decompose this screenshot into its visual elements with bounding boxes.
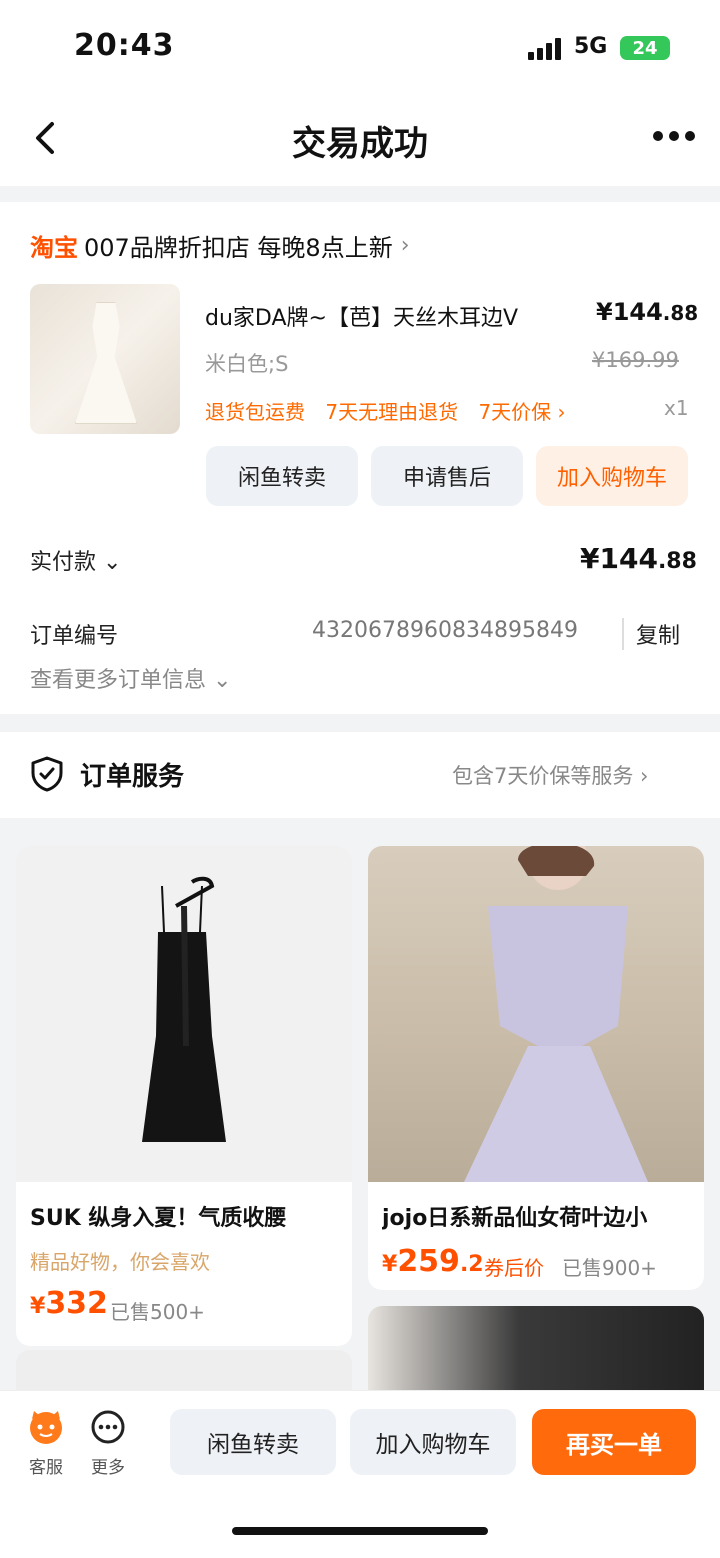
tag-no-reason-return: 7天无理由退货	[325, 400, 459, 424]
after-sale-button[interactable]: 申请售后	[371, 446, 523, 506]
feed-price: ¥332	[30, 1286, 108, 1321]
feed-price-dec: .2	[459, 1252, 484, 1277]
feed-coupon-label: 券后价	[484, 1256, 544, 1280]
more-order-info-toggle[interactable]: 查看更多订单信息 ⌄	[30, 662, 231, 694]
nav-bar: 交易成功	[0, 92, 720, 186]
shield-icon	[31, 756, 63, 792]
more-icon	[91, 1410, 125, 1444]
feed-card-1[interactable]: SUK 纵身入夏！气质收腰 精品好物，你会喜欢 ¥332 已售500+	[16, 846, 352, 1346]
dress-image	[75, 302, 137, 424]
copy-button[interactable]: 复制	[622, 618, 680, 650]
resell-button[interactable]: 闲鱼转卖	[206, 446, 358, 506]
feed-sold-count: 已售500+	[110, 1300, 205, 1324]
paid-dec: .88	[657, 549, 697, 574]
home-indicator	[232, 1527, 488, 1535]
order-service-row[interactable]: 订单服务 包含7天价保等服务 ›	[0, 732, 720, 818]
feed-title: jojo日系新品仙女荷叶边小	[382, 1206, 648, 1231]
lavender-dress-image	[464, 846, 648, 1182]
customer-service-label: 客服	[29, 1458, 63, 1478]
product-tags[interactable]: 退货包运费 7天无理由退货 7天价保 ›	[205, 396, 580, 425]
black-dress-image	[142, 876, 226, 1142]
tag-price-protect: 7天价保 ›	[478, 400, 566, 424]
page-title: 交易成功	[292, 124, 428, 164]
feed-price-value: 332	[45, 1286, 108, 1321]
status-time: 20:43	[74, 28, 175, 63]
price-dec: .88	[662, 301, 699, 325]
rebuy-button[interactable]: 再买一单	[532, 1409, 696, 1475]
battery-icon: 24	[620, 36, 670, 60]
order-number: 4320678960834895849	[312, 618, 578, 643]
paid-int: ¥144	[580, 542, 658, 575]
signal-icon	[528, 38, 561, 60]
add-to-cart-button[interactable]: 加入购物车	[536, 446, 688, 506]
service-summary: 包含7天价保等服务 ›	[452, 764, 649, 788]
paid-label[interactable]: 实付款 ⌄	[30, 544, 121, 576]
bottom-resell-button[interactable]: 闲鱼转卖	[170, 1409, 336, 1475]
feed-subtitle: 精品好物，你会喜欢	[30, 1250, 210, 1274]
feed-title: SUK 纵身入夏！气质收腰	[30, 1206, 287, 1231]
recommend-feed: SUK 纵身入夏！气质收腰 精品好物，你会喜欢 ¥332 已售500+ jojo…	[0, 818, 720, 1410]
chevron-right-icon: ›	[400, 233, 410, 258]
product-qty: x1	[664, 396, 689, 420]
service-title: 订单服务	[80, 762, 185, 792]
order-number-label: 订单编号	[30, 624, 119, 649]
feed-price: ¥259.2	[382, 1244, 484, 1279]
paid-amount: ¥144.88	[580, 542, 697, 575]
order-card: 淘宝 007品牌折扣店 每晚8点上新 › du家DA牌~【芭】天丝木耳边V ¥1…	[0, 202, 720, 714]
product-price: ¥144.88	[596, 298, 698, 326]
feed-image-lavender-dress	[368, 846, 704, 1182]
product-title[interactable]: du家DA牌~【芭】天丝木耳边V	[205, 300, 585, 332]
network-type: 5G	[574, 34, 608, 59]
status-bar: 20:43 5G 24	[0, 0, 720, 92]
feed-price-value: 259	[397, 1244, 460, 1279]
more-button[interactable]: 更多	[78, 1409, 138, 1478]
price-int: ¥144	[596, 298, 663, 326]
customer-service-button[interactable]: 客服	[16, 1409, 76, 1478]
battery-level: 24	[632, 37, 658, 59]
bottom-add-cart-button[interactable]: 加入购物车	[350, 1409, 516, 1475]
taobao-logo: 淘宝	[30, 234, 78, 262]
more-label: 更多	[91, 1458, 125, 1478]
product-thumbnail[interactable]	[30, 284, 180, 434]
feed-sold-count: 已售900+	[562, 1256, 657, 1280]
customer-service-icon	[30, 1411, 62, 1444]
original-price: ¥169.99	[592, 348, 679, 372]
feed-card-2[interactable]: jojo日系新品仙女荷叶边小 ¥259.2 券后价 已售900+	[368, 846, 704, 1290]
product-spec: 米白色;S	[205, 352, 289, 376]
bottom-action-bar: 客服 更多 闲鱼转卖 加入购物车 再买一单	[0, 1390, 720, 1558]
feed-image-black-dress	[16, 846, 352, 1182]
tag-return-shipping: 退货包运费	[205, 400, 305, 424]
shop-link[interactable]: 淘宝 007品牌折扣店 每晚8点上新 ›	[30, 228, 410, 263]
more-options-icon[interactable]	[650, 128, 698, 144]
shop-name: 007品牌折扣店 每晚8点上新	[84, 234, 393, 262]
